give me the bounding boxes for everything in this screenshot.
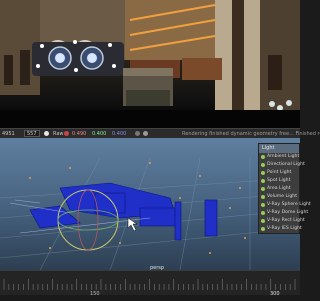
perspective-viewport[interactable]: persp [0,138,300,270]
vray-rect-light-icon [261,219,265,223]
blue-value: 0.400 [112,131,127,137]
menu-item-vray-dome-light[interactable]: V-Ray Dome Light [259,209,308,217]
red-value: 0.490 [72,131,87,137]
menu-item-label: Directional Light [267,162,305,167]
status-field-a: 4951 [2,131,15,137]
point-light-icon [261,171,265,175]
menu-item-label: Spot Light [267,178,291,183]
render-view [0,0,300,128]
menu-item-area-light[interactable]: Area Light [259,185,299,193]
menu-item-label: V-Ray IES Light [267,226,302,231]
volume-light-icon [261,195,265,199]
menu-item-label: V-Ray Rect Light [267,218,305,223]
light-create-menu: Light Ambient Light Directional Light Po… [258,143,311,234]
status-field-b[interactable]: 557 [24,130,40,137]
zoom-icon[interactable] [143,131,148,136]
menu-item-vray-sphere-light[interactable]: V-Ray Sphere Light [259,201,311,209]
spot-light-icon [261,179,265,183]
menu-item-label: Volume Light [267,194,298,199]
menu-item-volume-light[interactable]: Volume Light [259,193,299,201]
red-channel-icon[interactable] [64,131,69,136]
color-space-label: Raw [53,131,64,137]
vray-ies-light-icon [261,227,265,231]
directional-light-icon [261,163,265,167]
light-menu-title: Light [259,144,299,153]
menu-item-vray-ies-light[interactable]: V-Ray IES Light [259,225,302,233]
menu-item-directional-light[interactable]: Directional Light [259,161,305,169]
menu-item-label: Point Light [267,170,292,175]
channel-toggle-icon[interactable] [44,131,49,136]
viewport-scene [0,157,300,270]
timeline-ruler[interactable] [0,271,300,291]
menu-item-label: Ambient Light [267,154,300,159]
area-light-icon [261,187,265,191]
alpha-channel-icon[interactable] [135,131,140,136]
menu-item-vray-rect-light[interactable]: V-Ray Rect Light [259,217,305,225]
menu-item-point-light[interactable]: Point Light [259,169,299,177]
menu-item-spot-light[interactable]: Spot Light [259,177,299,185]
ambient-light-icon [261,155,265,159]
menu-item-ambient-light[interactable]: Ambient Light [259,153,299,161]
vray-dome-light-icon [261,211,265,215]
range-slider[interactable] [0,295,300,301]
menu-item-label: V-Ray Dome Light [267,210,309,215]
menu-item-label: V-Ray Sphere Light [267,202,311,207]
timeline[interactable]: 150 300 [0,270,300,301]
green-value: 0.400 [92,131,107,137]
vray-sphere-light-icon [261,203,265,207]
render-message: Rendering finished dynamic geometry free… [182,131,320,137]
rendered-street-scene [0,0,300,128]
menu-item-label: Area Light [267,186,291,191]
